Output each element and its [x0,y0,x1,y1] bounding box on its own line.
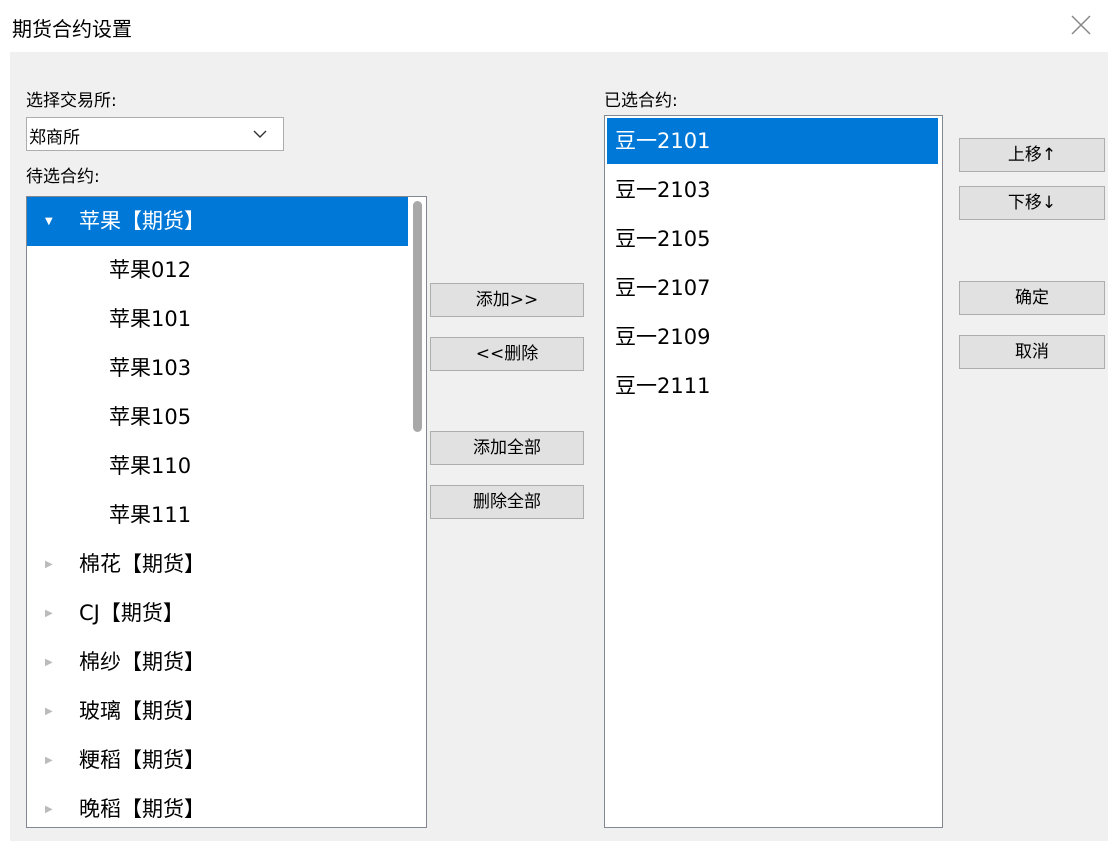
tree-item-label: 晚稻【期货】 [79,797,205,821]
expand-arrow-icon[interactable]: ▶ [45,785,53,827]
tree-group-item[interactable]: ▶ 棉花【期货】 [27,540,408,589]
exchange-label: 选择交易所: [26,91,117,111]
add-all-button[interactable]: 添加全部 [430,431,584,465]
expand-arrow-icon[interactable]: ▶ [45,687,53,736]
exchange-select-value: 郑商所 [29,128,80,148]
expand-arrow-icon[interactable]: ▶ [45,589,53,638]
tree-group-item[interactable]: ▶ 玻璃【期货】 [27,687,408,736]
tree-group-item[interactable]: ▼ 苹果【期货】 [27,197,408,246]
add-button[interactable]: 添加>> [430,283,584,317]
selected-list-item[interactable]: 豆一2107 [607,265,938,311]
contract-tree[interactable]: ▼ 苹果【期货】苹果012 苹果101 苹果103 苹果105 苹果110 苹果111 ▶ 棉花… [26,196,427,828]
ok-button[interactable]: 确定 [959,281,1105,315]
tree-leaf-item[interactable]: 苹果110 [27,442,408,491]
move-down-button[interactable]: 下移↓ [959,186,1105,220]
selected-list-item[interactable]: 豆一2109 [607,314,938,360]
selected-list-item[interactable]: 豆一2105 [607,216,938,262]
tree-item-label: 苹果111 [109,503,192,527]
tree-leaf-item[interactable]: 苹果101 [27,295,408,344]
window-title: 期货合约设置 [12,17,132,41]
tree-scrollbar[interactable] [408,197,426,827]
tree-item-label: CJ【期货】 [79,601,184,625]
move-up-button[interactable]: 上移↑ [959,138,1105,172]
tree-item-label: 苹果110 [109,454,192,478]
chevron-down-icon [253,130,267,138]
tree-item-label: 苹果103 [109,356,192,380]
tree-group-item[interactable]: ▶ CJ【期货】 [27,589,408,638]
cancel-button[interactable]: 取消 [959,335,1105,369]
expand-arrow-icon[interactable]: ▶ [45,540,53,589]
tree-leaf-item[interactable]: 苹果105 [27,393,408,442]
exchange-select[interactable]: 郑商所 [26,117,284,151]
tree-item-label: 苹果012 [109,258,192,282]
tree-leaf-item[interactable]: 苹果111 [27,491,408,540]
tree-scrollbar-thumb[interactable] [413,201,422,432]
remove-all-button[interactable]: 删除全部 [430,485,584,519]
candidates-label: 待选合约: [26,167,100,187]
remove-button[interactable]: <<删除 [430,337,584,371]
tree-group-item[interactable]: ▶ 晚稻【期货】 [27,785,408,827]
tree-item-label: 苹果101 [109,307,192,331]
tree-group-item[interactable]: ▶ 棉纱【期货】 [27,638,408,687]
selected-list-item[interactable]: 豆一2103 [607,167,938,213]
dialog-body: 选择交易所: 郑商所 待选合约: ▼ 苹果【期货】苹果012 苹果101 苹果103 苹… [10,52,1108,841]
collapse-arrow-icon[interactable]: ▼ [45,197,53,246]
tree-item-label: 苹果【期货】 [79,209,205,233]
tree-leaf-item[interactable]: 苹果012 [27,246,408,295]
selected-label: 已选合约: [604,91,678,111]
tree-group-item[interactable]: ▶ 粳稻【期货】 [27,736,408,785]
tree-item-label: 玻璃【期货】 [79,699,205,723]
title-bar: 期货合约设置 [0,0,1108,52]
tree-item-label: 棉花【期货】 [79,552,205,576]
expand-arrow-icon[interactable]: ▶ [45,736,53,785]
selected-list-item[interactable]: 豆一2111 [607,363,938,409]
tree-item-label: 苹果105 [109,405,192,429]
tree-item-label: 棉纱【期货】 [79,650,205,674]
tree-item-label: 粳稻【期货】 [79,748,205,772]
tree-leaf-item[interactable]: 苹果103 [27,344,408,393]
expand-arrow-icon[interactable]: ▶ [45,638,53,687]
selected-contract-list[interactable]: 豆一2101 豆一2103 豆一2105 豆一2107 豆一2109 豆一2111 [604,115,943,828]
selected-list-item[interactable]: 豆一2101 [607,118,938,164]
close-icon[interactable] [1068,12,1094,38]
